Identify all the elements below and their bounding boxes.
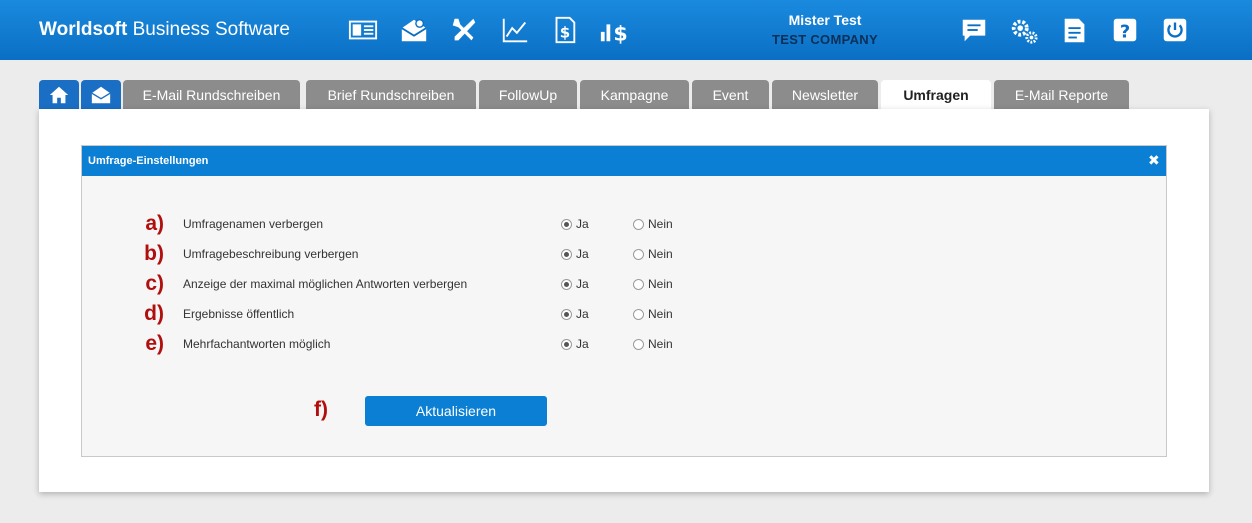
radio-yes[interactable]: Ja (561, 277, 589, 291)
power-icon[interactable] (1159, 14, 1191, 46)
tab-email-reporte[interactable]: E-Mail Reporte (994, 80, 1129, 109)
row-label: Umfragebeschreibung verbergen (183, 247, 359, 261)
svg-text:$: $ (613, 21, 627, 45)
gears-icon[interactable] (1008, 14, 1040, 46)
tab-umfragen[interactable]: Umfragen (881, 80, 991, 110)
brand-rest: Business Software (127, 19, 290, 40)
panel-title: Umfrage-Einstellungen (88, 155, 209, 167)
home-icon (49, 86, 69, 103)
tab-brief-rundschreiben[interactable]: Brief Rundschreiben (306, 80, 476, 109)
tab-kampagne[interactable]: Kampagne (580, 80, 689, 109)
row-letter: d) (144, 302, 164, 325)
radio-no[interactable]: Nein (633, 337, 673, 351)
radio-no-label: Nein (648, 247, 673, 261)
row-letter: a) (145, 212, 164, 235)
chat-icon[interactable] (958, 14, 990, 46)
top-bar: Worldsoft Business Software $ $ Mister T… (0, 0, 1252, 60)
chart-line-icon[interactable] (499, 14, 531, 46)
radio-no-icon[interactable] (633, 308, 644, 320)
svg-text:$: $ (560, 24, 570, 42)
brand-bold: Worldsoft (39, 19, 128, 40)
radio-yes[interactable]: Ja (561, 247, 589, 261)
row-letter: b) (144, 242, 164, 265)
tab-event[interactable]: Event (692, 80, 769, 109)
radio-yes-label: Ja (576, 247, 589, 261)
sales-stats-icon[interactable]: $ (598, 14, 630, 46)
document-icon[interactable] (1059, 14, 1091, 46)
main-card: Umfrage-Einstellungen ✖ a) Umfragenamen … (39, 109, 1209, 492)
settings-panel: Umfrage-Einstellungen ✖ a) Umfragenamen … (81, 145, 1167, 457)
tab-mail[interactable] (81, 80, 121, 109)
row-letter: e) (145, 332, 164, 355)
setting-row: d) Ergebnisse öffentlich Ja Nein (82, 299, 1166, 329)
user-info: Mister Test TEST COMPANY (720, 12, 930, 47)
tab-home[interactable] (39, 80, 79, 109)
update-button[interactable]: Aktualisieren (365, 396, 547, 426)
radio-yes-label: Ja (576, 217, 589, 231)
setting-row: e) Mehrfachantworten möglich Ja Nein (82, 329, 1166, 359)
setting-row: a) Umfragenamen verbergen Ja Nein (82, 209, 1166, 239)
radio-yes-label: Ja (576, 337, 589, 351)
user-name: Mister Test (788, 12, 862, 28)
company-name: TEST COMPANY (772, 32, 878, 47)
row-label: Umfragenamen verbergen (183, 217, 324, 231)
row-label: Ergebnisse öffentlich (183, 307, 295, 321)
row-label: Anzeige der maximal möglichen Antworten … (183, 277, 468, 291)
close-icon[interactable]: ✖ (1148, 153, 1160, 167)
brand-logo[interactable]: Worldsoft Business Software (39, 19, 290, 41)
radio-no[interactable]: Nein (633, 217, 673, 231)
radio-no-icon[interactable] (633, 278, 644, 290)
contact-card-icon[interactable] (347, 14, 379, 46)
radio-no-label: Nein (648, 337, 673, 351)
row-label: Mehrfachantworten möglich (183, 337, 331, 351)
mail-settings-icon[interactable] (398, 14, 430, 46)
radio-no-label: Nein (648, 217, 673, 231)
radio-no[interactable]: Nein (633, 247, 673, 261)
setting-row: b) Umfragebeschreibung verbergen Ja Nein (82, 239, 1166, 269)
radio-no-icon[interactable] (633, 218, 644, 230)
radio-yes-icon[interactable] (561, 338, 572, 350)
radio-yes[interactable]: Ja (561, 217, 589, 231)
radio-no-icon[interactable] (633, 338, 644, 350)
invoice-dollar-icon[interactable]: $ (548, 14, 580, 46)
radio-yes-label: Ja (576, 307, 589, 321)
panel-header: Umfrage-Einstellungen ✖ (82, 146, 1166, 176)
row-letter: c) (145, 272, 164, 295)
tools-icon[interactable] (448, 14, 480, 46)
tab-followup[interactable]: FollowUp (479, 80, 577, 109)
radio-yes-icon[interactable] (561, 308, 572, 320)
radio-yes[interactable]: Ja (561, 337, 589, 351)
radio-yes[interactable]: Ja (561, 307, 589, 321)
radio-yes-icon[interactable] (561, 248, 572, 260)
radio-no-label: Nein (648, 307, 673, 321)
tab-newsletter[interactable]: Newsletter (772, 80, 878, 109)
tab-email-rundschreiben[interactable]: E-Mail Rundschreiben (123, 80, 300, 109)
radio-yes-label: Ja (576, 277, 589, 291)
radio-no[interactable]: Nein (633, 277, 673, 291)
submit-letter: f) (314, 398, 328, 421)
mail-icon (91, 86, 111, 103)
help-icon[interactable]: ? (1109, 14, 1141, 46)
radio-no[interactable]: Nein (633, 307, 673, 321)
radio-no-icon[interactable] (633, 248, 644, 260)
radio-yes-icon[interactable] (561, 218, 572, 230)
setting-row: c) Anzeige der maximal möglichen Antwort… (82, 269, 1166, 299)
svg-text:?: ? (1120, 22, 1130, 43)
radio-yes-icon[interactable] (561, 278, 572, 290)
radio-no-label: Nein (648, 277, 673, 291)
